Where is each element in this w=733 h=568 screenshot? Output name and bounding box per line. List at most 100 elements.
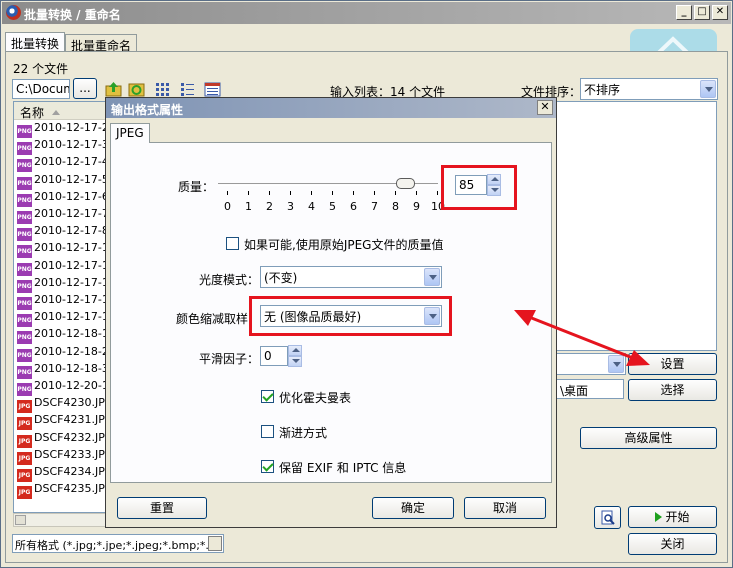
file-list-item[interactable]: PNG 2010-12-17-14	[17, 310, 107, 328]
file-list-item[interactable]: PNG 2010-12-17-12	[17, 276, 107, 293]
png-file-icon: PNG	[17, 331, 32, 345]
view-details-icon[interactable]	[204, 81, 221, 98]
smoothing-input[interactable]: 0	[260, 346, 288, 366]
progressive-checkbox[interactable]	[261, 425, 274, 438]
start-button[interactable]: 开始	[628, 506, 717, 528]
scroll-left-icon[interactable]	[15, 515, 26, 525]
output-folder-input[interactable]: \桌面	[556, 379, 624, 399]
smoothing-spin-up-icon[interactable]	[288, 345, 302, 356]
png-file-icon: PNG	[17, 365, 32, 379]
file-list-item[interactable]: JPG DSCF4234.JPG	[17, 465, 107, 482]
view-list-icon[interactable]	[179, 81, 196, 98]
file-list-item[interactable]: PNG 2010-12-17-11	[17, 259, 107, 276]
column-name[interactable]: 名称	[20, 106, 44, 120]
quality-tick-label: 9	[413, 200, 420, 213]
file-list-item[interactable]: PNG 2010-12-20-1.	[17, 379, 107, 396]
select-folder-button[interactable]: 选择	[628, 379, 717, 401]
dialog-title-bar[interactable]: 输出格式属性 ✕	[106, 98, 556, 118]
preview-button[interactable]	[594, 506, 621, 529]
file-name: 2010-12-17-7.	[34, 207, 108, 220]
quality-tick-mark	[290, 191, 291, 195]
optimize-huffman-label: 优化霍夫曼表	[279, 391, 352, 405]
file-name: DSCF4231.JPG	[34, 413, 108, 427]
close-button[interactable]: ✕	[712, 5, 728, 20]
optimize-huffman-checkbox[interactable]	[261, 390, 274, 403]
file-list-item[interactable]: PNG 2010-12-17-13	[17, 293, 107, 310]
folder-up-icon[interactable]	[105, 81, 122, 98]
filter-dropdown-icon[interactable]	[208, 536, 222, 551]
tab-batch-convert[interactable]: 批量转换	[5, 32, 66, 52]
sort-select-value: 不排序	[584, 83, 621, 97]
jpg-file-icon: JPG	[17, 486, 32, 500]
highlight-box-quality	[441, 165, 517, 210]
use-original-quality-checkbox[interactable]	[226, 237, 239, 250]
file-list-item[interactable]: JPG DSCF4231.JPG	[17, 413, 108, 431]
tab-batch-rename[interactable]: 批量重命名	[65, 34, 138, 53]
file-list-item[interactable]: PNG 2010-12-18-1.	[17, 327, 107, 345]
file-list-item[interactable]: JPG DSCF4232.JPG	[17, 431, 107, 448]
png-file-icon: PNG	[17, 279, 32, 293]
file-list-item[interactable]: PNG 2010-12-17-4.	[17, 155, 107, 173]
file-list-item[interactable]: PNG 2010-12-17-3.	[17, 138, 107, 156]
magnifier-icon	[601, 510, 615, 525]
horizontal-scrollbar[interactable]	[13, 513, 108, 527]
quality-label: 质量：	[178, 180, 215, 194]
dialog-title: 输出格式属性	[111, 103, 184, 117]
highlight-box-subsampling	[249, 296, 452, 336]
refresh-icon[interactable]	[128, 81, 145, 98]
view-thumbnails-icon[interactable]	[154, 81, 171, 98]
file-list-item[interactable]: PNG 2010-12-18-2.	[17, 344, 108, 362]
close-main-button[interactable]: 关闭	[628, 533, 717, 555]
file-list[interactable]: 名称 PNG 2010-12-17-2. PNG 2010-12-17-3. PNG 20…	[13, 101, 108, 513]
file-name: DSCF4230.JPG	[34, 396, 108, 410]
file-name: DSCF4233.JPG	[34, 447, 108, 461]
file-name: 2010-12-17-8.	[34, 224, 108, 238]
chevron-down-icon[interactable]	[424, 268, 440, 286]
file-name: DSCF4235.JPG	[34, 482, 108, 496]
sort-select[interactable]: 不排序	[580, 78, 718, 100]
file-list-item[interactable]: PNG 2010-12-18-3.	[17, 361, 108, 379]
quality-tick-label: 6	[350, 200, 357, 213]
browse-button[interactable]: ...	[73, 78, 97, 99]
play-icon	[655, 512, 663, 522]
png-file-icon: PNG	[17, 228, 32, 242]
dialog-close-button[interactable]: ✕	[537, 100, 553, 115]
use-original-quality-label: 如果可能,使用原始JPEG文件的质量值	[244, 238, 444, 252]
file-list-item[interactable]: PNG 2010-12-17-5.	[17, 173, 107, 190]
ok-button[interactable]: 确定	[372, 497, 454, 519]
file-list-item[interactable]: PNG 2010-12-17-2.	[17, 121, 108, 138]
quality-tick-mark	[248, 191, 249, 195]
file-name: 2010-12-18-2.	[34, 344, 108, 358]
file-name: 2010-12-17-2.	[34, 121, 108, 134]
png-file-icon: PNG	[17, 193, 32, 207]
smoothing-spin-down-icon[interactable]	[288, 356, 302, 367]
gloss-mode-select[interactable]: (不变)	[260, 266, 442, 288]
quality-tick-mark	[437, 191, 438, 195]
minimize-button[interactable]: _	[676, 5, 692, 20]
cancel-button[interactable]: 取消	[464, 497, 546, 519]
file-list-item[interactable]: PNG 2010-12-17-7.	[17, 207, 108, 224]
chevron-down-icon[interactable]	[700, 80, 716, 98]
keep-exif-checkbox[interactable]	[261, 460, 274, 473]
file-filter-select[interactable]: 所有格式 (*.jpg;*.jpe;*.jpeg;*.bmp;*.	[12, 534, 224, 553]
file-name: 2010-12-18-3.	[34, 361, 108, 375]
quality-tick-mark	[416, 191, 417, 195]
file-list-item[interactable]: JPG DSCF4230.JPG	[17, 396, 108, 414]
tab-jpeg[interactable]: JPEG	[110, 123, 150, 143]
file-list-item[interactable]: PNG 2010-12-17-10	[17, 241, 108, 259]
advanced-properties-button[interactable]: 高级属性	[580, 427, 717, 449]
reset-button[interactable]: 重置	[117, 497, 207, 519]
path-input[interactable]: C:\Docume	[12, 79, 70, 99]
file-list-item[interactable]: PNG 2010-12-17-6.	[17, 190, 107, 207]
list-header[interactable]: 名称	[14, 102, 107, 120]
title-bar[interactable]: 批量转换 / 重命名 _ □ ✕	[2, 2, 731, 24]
jpg-file-icon: JPG	[17, 400, 32, 414]
file-list-item[interactable]: JPG DSCF4235.JPG	[17, 482, 108, 500]
file-name: 2010-12-17-10	[34, 241, 108, 255]
file-list-item[interactable]: JPG DSCF4233.JPG	[17, 447, 108, 465]
jpg-file-icon: JPG	[17, 434, 32, 448]
file-list-item[interactable]: PNG 2010-12-17-8.	[17, 224, 108, 242]
sort-arrow-icon	[51, 110, 60, 115]
maximize-button[interactable]: □	[694, 5, 710, 20]
quality-slider-thumb[interactable]	[395, 178, 415, 189]
